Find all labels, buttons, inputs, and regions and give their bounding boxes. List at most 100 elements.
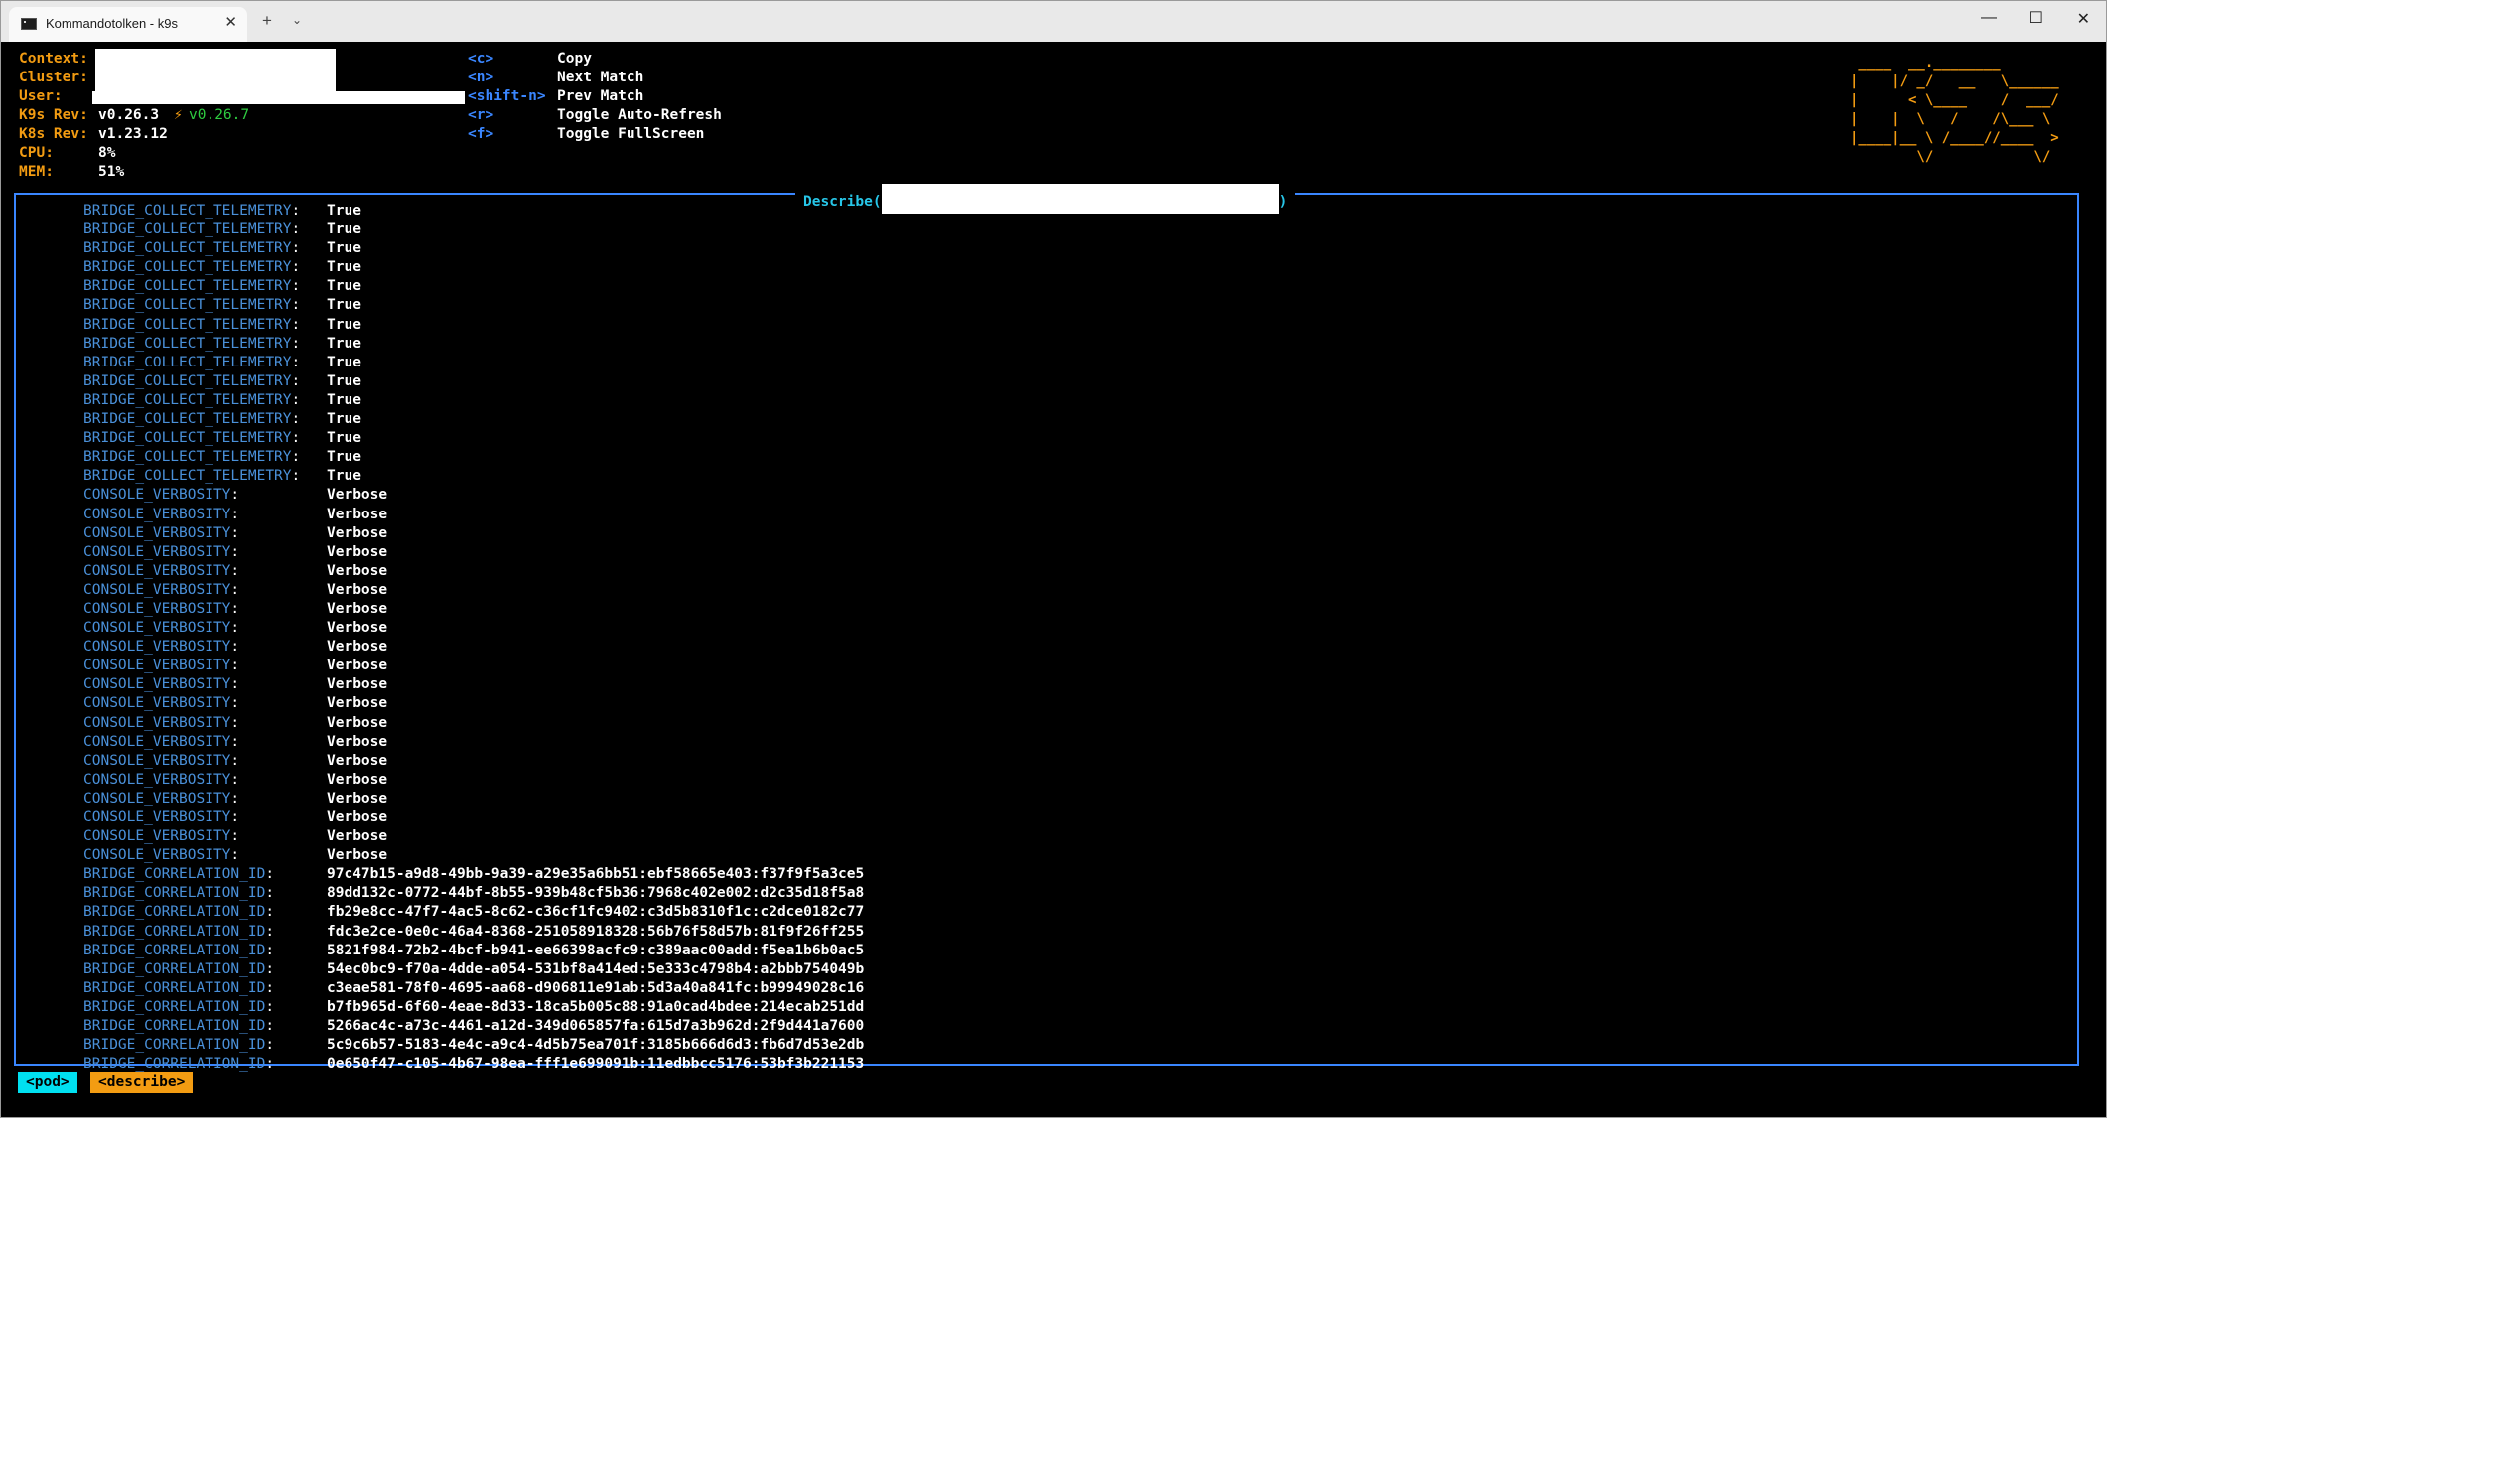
env-value: c3eae581-78f0-4695-aa68-d906811e91ab:5d3… bbox=[327, 979, 865, 996]
env-colon: : bbox=[291, 316, 301, 333]
env-key-wrap: CONSOLE_VERBOSITY: bbox=[83, 581, 239, 600]
env-key: CONSOLE_VERBOSITY bbox=[83, 809, 231, 825]
env-key-wrap: BRIDGE_CORRELATION_ID: bbox=[83, 865, 274, 884]
tab-k9s[interactable]: Kommandotolken - k9s ✕ bbox=[9, 7, 247, 42]
env-value: b7fb965d-6f60-4eae-8d33-18ca5b005c88:91a… bbox=[327, 998, 865, 1015]
maximize-button[interactable]: ☐ bbox=[2030, 8, 2043, 28]
env-value: Verbose bbox=[327, 562, 388, 579]
env-colon: : bbox=[230, 600, 240, 617]
env-key-wrap: BRIDGE_COLLECT_TELEMETRY: bbox=[83, 410, 300, 429]
env-key-wrap: BRIDGE_COLLECT_TELEMETRY: bbox=[83, 239, 300, 258]
env-colon: : bbox=[291, 449, 301, 466]
env-value: fdc3e2ce-0e0c-46a4-8368-251058918328:56b… bbox=[327, 923, 865, 940]
new-tab-button[interactable]: + bbox=[262, 11, 272, 31]
env-key-wrap: BRIDGE_COLLECT_TELEMETRY: bbox=[83, 258, 300, 277]
env-value: Verbose bbox=[327, 600, 388, 617]
env-colon: : bbox=[230, 543, 240, 560]
env-colon: : bbox=[265, 1037, 275, 1054]
env-key: CONSOLE_VERBOSITY bbox=[83, 506, 231, 522]
env-colon: : bbox=[230, 828, 240, 845]
env-value: Verbose bbox=[327, 847, 388, 864]
terminal-content[interactable]: Context: Cluster: User: K9s Rev: v0.26.3… bbox=[1, 42, 2106, 1117]
env-colon: : bbox=[230, 695, 240, 712]
tab-dropdown-button[interactable]: ⌄ bbox=[292, 13, 302, 27]
env-colon: : bbox=[291, 430, 301, 447]
tab-title: Kommandotolken - k9s bbox=[46, 16, 178, 31]
env-key: CONSOLE_VERBOSITY bbox=[83, 828, 231, 845]
env-key-wrap: CONSOLE_VERBOSITY: bbox=[83, 752, 239, 771]
env-colon: : bbox=[230, 847, 240, 864]
redacted-pod-name bbox=[881, 184, 1279, 214]
env-key-wrap: BRIDGE_COLLECT_TELEMETRY: bbox=[83, 296, 300, 315]
describe-panel[interactable]: Describe() BRIDGE_COLLECT_TELEMETRY: True… bbox=[14, 184, 2079, 1072]
env-key: BRIDGE_COLLECT_TELEMETRY bbox=[83, 335, 292, 352]
env-colon: : bbox=[291, 372, 301, 389]
redacted-context bbox=[95, 49, 336, 91]
hint-key-auto-refresh: <r> bbox=[468, 107, 494, 123]
mem-label: MEM: bbox=[19, 164, 54, 180]
env-colon: : bbox=[230, 676, 240, 693]
env-value: Verbose bbox=[327, 487, 388, 504]
env-key: BRIDGE_COLLECT_TELEMETRY bbox=[83, 354, 292, 370]
env-key-wrap: BRIDGE_CORRELATION_ID: bbox=[83, 979, 274, 998]
env-colon: : bbox=[230, 752, 240, 769]
env-key: CONSOLE_VERBOSITY bbox=[83, 733, 231, 750]
env-key-wrap: CONSOLE_VERBOSITY: bbox=[83, 771, 239, 790]
env-value: Verbose bbox=[327, 714, 388, 731]
env-key: CONSOLE_VERBOSITY bbox=[83, 581, 231, 598]
env-key: BRIDGE_CORRELATION_ID bbox=[83, 923, 266, 940]
env-colon: : bbox=[265, 904, 275, 921]
env-colon: : bbox=[291, 354, 301, 370]
crumb-describe[interactable]: <describe> bbox=[90, 1072, 194, 1093]
env-key: BRIDGE_CORRELATION_ID bbox=[83, 1056, 266, 1073]
env-colon: : bbox=[265, 1018, 275, 1035]
env-key-wrap: CONSOLE_VERBOSITY: bbox=[83, 827, 239, 846]
terminal-icon bbox=[21, 18, 37, 30]
env-key-wrap: CONSOLE_VERBOSITY: bbox=[83, 619, 239, 638]
env-key: BRIDGE_COLLECT_TELEMETRY bbox=[83, 203, 292, 219]
hint-desc-next-match: Next Match bbox=[557, 70, 644, 85]
env-key-wrap: CONSOLE_VERBOSITY: bbox=[83, 808, 239, 827]
env-value: Verbose bbox=[327, 809, 388, 825]
describe-title-suffix: ) bbox=[1278, 194, 1288, 210]
env-key: BRIDGE_COLLECT_TELEMETRY bbox=[83, 297, 292, 314]
env-key-wrap: BRIDGE_CORRELATION_ID: bbox=[83, 1017, 274, 1036]
close-window-button[interactable]: ✕ bbox=[2077, 9, 2090, 29]
env-key-wrap: BRIDGE_COLLECT_TELEMETRY: bbox=[83, 448, 300, 467]
env-colon: : bbox=[230, 620, 240, 637]
terminal-window: Kommandotolken - k9s ✕ + ⌄ — ☐ ✕ Context… bbox=[0, 0, 2107, 1118]
env-key-wrap: CONSOLE_VERBOSITY: bbox=[83, 506, 239, 524]
env-key: CONSOLE_VERBOSITY bbox=[83, 771, 231, 788]
env-key: CONSOLE_VERBOSITY bbox=[83, 524, 231, 541]
env-colon: : bbox=[230, 506, 240, 522]
env-key-wrap: CONSOLE_VERBOSITY: bbox=[83, 543, 239, 562]
context-label: Context: bbox=[19, 51, 88, 67]
hint-key-copy: <c> bbox=[468, 51, 494, 67]
env-key-wrap: BRIDGE_COLLECT_TELEMETRY: bbox=[83, 277, 300, 296]
minimize-button[interactable]: — bbox=[1981, 9, 1997, 27]
env-key: BRIDGE_COLLECT_TELEMETRY bbox=[83, 221, 292, 238]
env-colon: : bbox=[265, 866, 275, 883]
env-key: BRIDGE_CORRELATION_ID bbox=[83, 942, 266, 958]
env-key-wrap: BRIDGE_CORRELATION_ID: bbox=[83, 903, 274, 922]
env-key: BRIDGE_CORRELATION_ID bbox=[83, 1037, 266, 1054]
env-key: BRIDGE_COLLECT_TELEMETRY bbox=[83, 259, 292, 276]
env-colon: : bbox=[265, 979, 275, 996]
env-key-wrap: BRIDGE_CORRELATION_ID: bbox=[83, 1036, 274, 1055]
k9s-new-rev: v0.26.7 bbox=[189, 107, 250, 123]
user-label: User: bbox=[19, 88, 63, 104]
env-colon: : bbox=[291, 240, 301, 257]
crumb-pod[interactable]: <pod> bbox=[18, 1072, 77, 1093]
env-colon: : bbox=[291, 259, 301, 276]
env-colon: : bbox=[230, 790, 240, 806]
env-key-wrap: BRIDGE_COLLECT_TELEMETRY: bbox=[83, 335, 300, 354]
tab-close-button[interactable]: ✕ bbox=[224, 13, 237, 31]
env-key: CONSOLE_VERBOSITY bbox=[83, 639, 231, 656]
env-key-wrap: BRIDGE_COLLECT_TELEMETRY: bbox=[83, 354, 300, 372]
env-colon: : bbox=[291, 391, 301, 408]
env-value: Verbose bbox=[327, 543, 388, 560]
env-key-wrap: BRIDGE_CORRELATION_ID: bbox=[83, 884, 274, 903]
hint-desc-auto-refresh: Toggle Auto-Refresh bbox=[557, 107, 722, 123]
env-key: BRIDGE_CORRELATION_ID bbox=[83, 960, 266, 977]
env-colon: : bbox=[265, 923, 275, 940]
